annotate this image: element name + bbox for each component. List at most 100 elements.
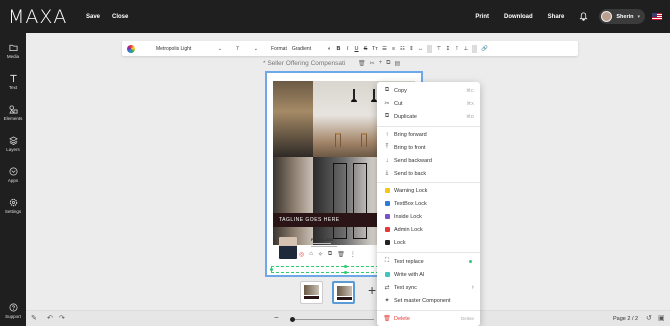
bold-icon[interactable]: B bbox=[336, 46, 341, 52]
copy-icon[interactable]: ⧉ bbox=[386, 60, 390, 67]
magic-icon[interactable]: ✧ bbox=[318, 251, 323, 258]
menu-item-send-to-back[interactable]: ⤓ Send to back bbox=[377, 168, 480, 179]
sidebar-item-label: Elements bbox=[3, 116, 23, 121]
sidebar-item-layers[interactable]: Layers bbox=[0, 136, 26, 152]
top-bar: MAXA Save Close Print Download Share She… bbox=[0, 0, 670, 33]
font-size-select[interactable]: 7 ⌄ bbox=[236, 46, 258, 52]
italic-icon[interactable]: I bbox=[345, 46, 350, 52]
text-replace-icon: ⛶ bbox=[384, 258, 390, 264]
text-case-icon[interactable]: Tт bbox=[372, 46, 378, 52]
resize-handle[interactable] bbox=[344, 265, 347, 268]
add-page-button[interactable]: + bbox=[368, 282, 376, 298]
copy-icon[interactable]: ⧉ bbox=[328, 251, 332, 258]
lock-icon bbox=[384, 214, 390, 220]
agent-photo[interactable] bbox=[279, 237, 297, 259]
menu-item-lock[interactable]: Lock bbox=[377, 237, 480, 248]
document-icon[interactable]: ▤ bbox=[394, 60, 400, 67]
color-picker-icon[interactable] bbox=[127, 44, 135, 53]
save-button[interactable]: Save bbox=[86, 14, 100, 20]
menu-item-label: Warning Lock bbox=[394, 187, 428, 194]
duplicate-icon: ⧉ bbox=[384, 113, 390, 119]
us-flag-icon[interactable] bbox=[652, 13, 662, 20]
redo-icon[interactable]: ↷ bbox=[59, 314, 65, 322]
opacity-icon[interactable]: ◐ bbox=[327, 46, 332, 52]
list-icon[interactable]: ☷ bbox=[400, 46, 405, 52]
divider bbox=[377, 182, 480, 183]
scissors-icon[interactable]: ✂ bbox=[370, 60, 375, 67]
undo-icon[interactable]: ↶ bbox=[47, 314, 53, 322]
kitchen-photo-1[interactable] bbox=[273, 81, 313, 157]
align-center-icon[interactable]: ≡ bbox=[391, 46, 396, 52]
menu-item-write-with-ai[interactable]: Write with AI bbox=[377, 269, 480, 280]
menu-item-label: Cut bbox=[394, 100, 403, 107]
fullscreen-icon[interactable]: ▣ bbox=[658, 314, 665, 322]
sidebar: Media Text Elements Layers Apps Settings… bbox=[0, 33, 26, 326]
print-button[interactable]: Print bbox=[475, 14, 489, 20]
strikethrough-icon[interactable]: S bbox=[363, 46, 368, 52]
align-left-icon[interactable]: ☰ bbox=[382, 46, 387, 52]
resize-handle[interactable] bbox=[344, 271, 347, 274]
menu-item-copy[interactable]: ⧉ Copy ⌘C bbox=[377, 85, 480, 96]
gradient-button[interactable]: Gradient bbox=[292, 46, 311, 52]
trash-icon[interactable]: 🗑 bbox=[358, 60, 366, 67]
menu-item-delete[interactable]: 🗑 Delete Delete bbox=[377, 313, 480, 324]
close-button[interactable]: Close bbox=[112, 14, 128, 20]
resize-handle[interactable] bbox=[270, 268, 273, 271]
plus-icon[interactable]: + bbox=[379, 60, 383, 67]
sidebar-item-apps[interactable]: Apps bbox=[0, 167, 26, 183]
agent-detail-line bbox=[311, 246, 337, 247]
align-bottom-icon[interactable]: ↧ bbox=[445, 46, 451, 52]
menu-item-bring-to-front[interactable]: ⤒ Bring to front bbox=[377, 142, 480, 153]
menu-item-send-backward[interactable]: ↓ Send backward bbox=[377, 155, 480, 166]
format-button[interactable]: Format bbox=[271, 46, 287, 52]
page-title[interactable]: * Seller Offering Compensati bbox=[263, 60, 345, 67]
menu-item-label: Write with AI bbox=[394, 271, 425, 278]
menu-item-label: Lock bbox=[394, 239, 406, 246]
underline-icon[interactable]: U bbox=[354, 46, 359, 52]
letter-spacing-icon[interactable]: ↔ bbox=[418, 46, 424, 52]
layers-icon bbox=[8, 136, 18, 145]
sidebar-item-elements[interactable]: Elements bbox=[0, 105, 26, 121]
sidebar-item-settings[interactable]: Settings bbox=[0, 198, 26, 214]
sidebar-item-media[interactable]: Media bbox=[0, 43, 26, 59]
delete-icon[interactable]: 🗑 bbox=[337, 251, 345, 258]
user-name: Sherin bbox=[616, 13, 634, 20]
more-icon[interactable]: ⋮ bbox=[350, 251, 356, 258]
ruler-icon[interactable]: ✎ bbox=[31, 314, 37, 322]
chevron-down-icon: ⌄ bbox=[217, 45, 222, 52]
lock-icon[interactable]: ⌂ bbox=[309, 251, 313, 258]
menu-item-text-replace[interactable]: ⛶ Text replace bbox=[377, 256, 480, 267]
history-icon[interactable]: ↺ bbox=[646, 314, 652, 322]
menu-item-text-sync[interactable]: ⇄ Text sync › bbox=[377, 282, 480, 293]
menu-item-cut[interactable]: ✂ Cut ⌘X bbox=[377, 98, 480, 109]
menu-item-inside-lock[interactable]: Inside Lock bbox=[377, 211, 480, 222]
agent-name[interactable]: FIRST LAST bbox=[311, 237, 334, 242]
line-spacing-icon[interactable]: ⇕ bbox=[409, 46, 414, 52]
page-thumbnail-1[interactable] bbox=[300, 281, 323, 304]
zoom-slider-handle[interactable] bbox=[290, 317, 295, 322]
page-thumbnail-2[interactable] bbox=[332, 281, 355, 304]
avatar bbox=[601, 11, 613, 22]
font-select[interactable]: Metropolis Light ⌄ bbox=[156, 46, 222, 52]
menu-item-admin-lock[interactable]: Admin Lock bbox=[377, 224, 480, 235]
align-middle-icon[interactable]: ⊺ bbox=[454, 46, 459, 52]
menu-item-warning-lock[interactable]: Warning Lock bbox=[377, 185, 480, 196]
menu-item-duplicate[interactable]: ⧉ Duplicate ⌘D bbox=[377, 111, 480, 122]
alert-icon[interactable]: ◎ bbox=[299, 251, 304, 258]
menu-item-bring-forward[interactable]: ↑ Bring forward bbox=[377, 129, 480, 140]
sidebar-item-text[interactable]: Text bbox=[0, 74, 26, 90]
sidebar-item-support[interactable]: Support bbox=[0, 303, 26, 319]
bell-icon[interactable] bbox=[579, 12, 589, 22]
menu-item-set-master-component[interactable]: ✦ Set master Component bbox=[377, 295, 480, 306]
zoom-slider-track[interactable] bbox=[291, 319, 374, 320]
link-icon[interactable]: 🔗 bbox=[481, 46, 488, 52]
arrow-down-icon: ↓ bbox=[385, 157, 389, 164]
zoom-out-icon[interactable]: − bbox=[274, 313, 279, 322]
sync-icon: ⇄ bbox=[384, 285, 390, 291]
share-button[interactable]: Share bbox=[548, 14, 565, 20]
user-menu[interactable]: Sherin ▾ bbox=[599, 9, 645, 24]
menu-item-textbox-lock[interactable]: TextBox Lock bbox=[377, 198, 480, 209]
download-button[interactable]: Download bbox=[504, 14, 533, 20]
align-baseline-icon[interactable]: ⊥ bbox=[463, 46, 469, 52]
align-top-icon[interactable]: ⊤ bbox=[436, 46, 442, 52]
